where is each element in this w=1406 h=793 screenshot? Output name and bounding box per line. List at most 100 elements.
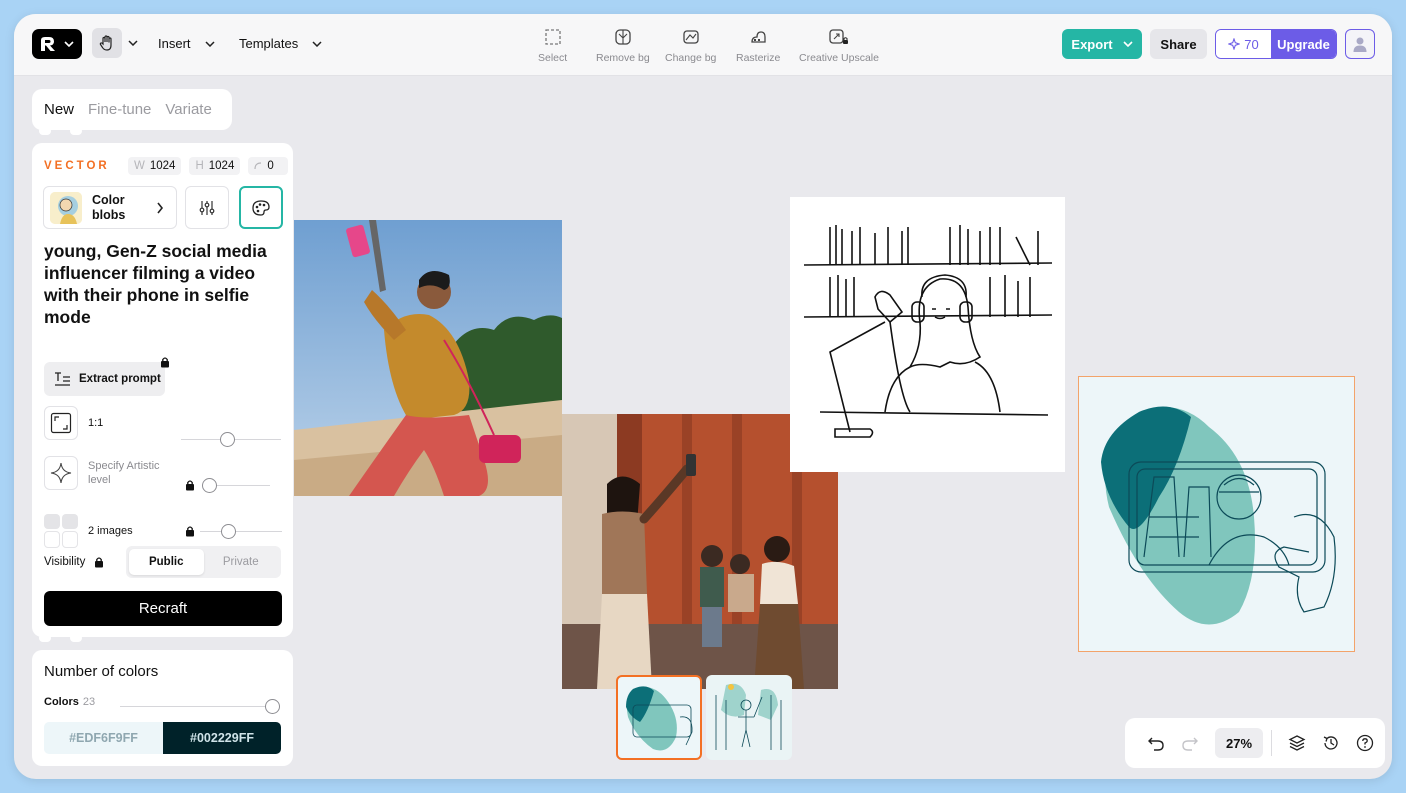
recraft-logo-icon <box>41 37 55 51</box>
layers-button[interactable] <box>1280 734 1314 752</box>
zoom-level[interactable]: 27% <box>1215 728 1263 758</box>
extract-prompt-button[interactable]: Extract prompt <box>44 362 165 396</box>
visibility-row: Visibility <box>44 546 104 578</box>
remove-bg-tool[interactable]: Remove bg <box>596 28 650 64</box>
image-count-icon <box>44 514 78 548</box>
redo-icon <box>1182 737 1198 751</box>
tab-variate[interactable]: Variate <box>165 101 211 118</box>
creative-upscale-icon <box>829 29 848 44</box>
result-thumbnail-1-selected[interactable] <box>616 675 702 760</box>
chevron-down-icon <box>64 41 74 47</box>
layers-icon <box>1288 735 1306 751</box>
result-thumbnail-2[interactable] <box>706 675 792 760</box>
chevron-down-icon <box>204 40 215 47</box>
prompt-text[interactable]: young, Gen-Z social media influencer fil… <box>44 240 282 328</box>
line-art-podcast <box>803 225 1053 438</box>
height-field[interactable]: H 1024 <box>189 157 241 175</box>
tab-new[interactable]: New <box>44 101 74 118</box>
chevron-down-icon <box>1123 41 1133 47</box>
seed-field[interactable]: 0 <box>248 157 289 175</box>
color-swatch-dark[interactable]: #002229FF <box>163 722 281 754</box>
panel-connector <box>39 127 51 135</box>
undo-button[interactable] <box>1139 734 1173 752</box>
colors-slider-knob[interactable] <box>265 699 280 714</box>
undo-icon <box>1148 737 1164 751</box>
bottom-toolbar: 27% <box>1125 718 1385 768</box>
style-selector[interactable]: Color blobs <box>43 186 177 229</box>
change-bg-tool[interactable]: Change bg <box>665 28 716 64</box>
select-icon <box>544 29 561 45</box>
hand-icon <box>99 35 112 51</box>
select-tool-label: Select <box>538 52 568 64</box>
color-swatch-light[interactable]: #EDF6F9FF <box>44 722 163 754</box>
visibility-public[interactable]: Public <box>129 549 204 575</box>
insert-menu[interactable]: Insert <box>158 36 215 51</box>
canvas-image-selfie-stick-photo[interactable] <box>294 220 562 496</box>
credits-count[interactable]: 70 <box>1216 30 1271 58</box>
panel-connector <box>70 127 82 135</box>
colors-slider[interactable] <box>120 706 270 707</box>
select-tool[interactable]: Select <box>538 28 567 64</box>
palette-icon <box>252 199 270 216</box>
rasterize-label: Rasterize <box>736 52 781 64</box>
height-value: 1024 <box>208 160 235 172</box>
visibility-toggle: Public Private <box>126 546 281 578</box>
thumbnail-vector-1 <box>626 686 693 751</box>
image-count-row[interactable]: 2 images <box>44 514 133 548</box>
lock-icon <box>95 557 104 568</box>
settings-button[interactable] <box>185 186 229 229</box>
image-count-label: 2 images <box>88 525 133 537</box>
help-button[interactable] <box>1348 734 1382 752</box>
rasterize-tool[interactable]: Rasterize <box>736 28 780 64</box>
height-key: H <box>195 160 204 172</box>
hand-tool-button[interactable] <box>92 28 122 58</box>
change-bg-icon <box>683 30 699 44</box>
templates-menu[interactable]: Templates <box>239 36 322 51</box>
model-type-label[interactable]: VECTOR <box>44 160 120 172</box>
sparkle-icon <box>1228 38 1241 50</box>
artistic-level-icon <box>44 456 78 490</box>
remove-bg-label: Remove bg <box>596 52 650 64</box>
recraft-button[interactable]: Recraft <box>44 591 282 626</box>
artistic-level-label: Specify Artistic level <box>88 460 160 486</box>
templates-menu-label: Templates <box>239 36 299 51</box>
tab-fine-tune[interactable]: Fine-tune <box>88 101 151 118</box>
panel-connector <box>70 634 82 642</box>
redo-button[interactable] <box>1173 734 1207 752</box>
lock-icon <box>161 357 169 368</box>
help-icon <box>1356 734 1374 752</box>
width-field[interactable]: W 1024 <box>128 157 182 175</box>
export-label: Export <box>1071 36 1113 52</box>
color-palette-button[interactable] <box>239 186 283 229</box>
image-count-slider-knob[interactable] <box>221 524 236 539</box>
artistic-level-row[interactable]: Specify Artistic level <box>44 456 160 490</box>
export-button[interactable]: Export <box>1062 29 1142 59</box>
user-avatar[interactable] <box>1345 29 1375 59</box>
credits-value: 70 <box>1244 36 1259 52</box>
image-count-slider[interactable] <box>200 531 282 532</box>
chevron-right-icon <box>157 202 164 213</box>
generation-panel: VECTOR W 1024 H 1024 0 Color blobs young… <box>32 143 293 637</box>
app-logo-menu[interactable] <box>32 29 82 59</box>
hand-tool-dropdown[interactable] <box>128 40 138 46</box>
creative-upscale-tool[interactable]: Creative Upscale <box>799 28 879 64</box>
width-value: 1024 <box>149 160 176 172</box>
artistic-level-slider-knob[interactable] <box>202 478 217 493</box>
lock-icon <box>186 480 194 491</box>
photo-selfie-stick <box>294 220 562 496</box>
share-button[interactable]: Share <box>1150 29 1207 59</box>
visibility-private[interactable]: Private <box>204 549 279 575</box>
canvas-image-podcast-line-art[interactable] <box>790 197 1065 472</box>
credits-upgrade-group[interactable]: 70 Upgrade <box>1215 29 1337 59</box>
aspect-ratio-slider-knob[interactable] <box>220 432 235 447</box>
sliders-icon <box>199 200 215 215</box>
upgrade-button[interactable]: Upgrade <box>1271 30 1336 58</box>
style-name: Color blobs <box>92 192 126 222</box>
aspect-ratio-row[interactable]: 1:1 <box>44 406 103 440</box>
lock-icon <box>186 526 194 537</box>
history-button[interactable] <box>1314 734 1348 752</box>
canvas-image-vector-result-selected[interactable] <box>1078 376 1355 652</box>
style-thumbnail <box>50 191 82 224</box>
extract-prompt-label: Extract prompt <box>79 373 161 385</box>
aspect-ratio-label: 1:1 <box>88 417 104 429</box>
